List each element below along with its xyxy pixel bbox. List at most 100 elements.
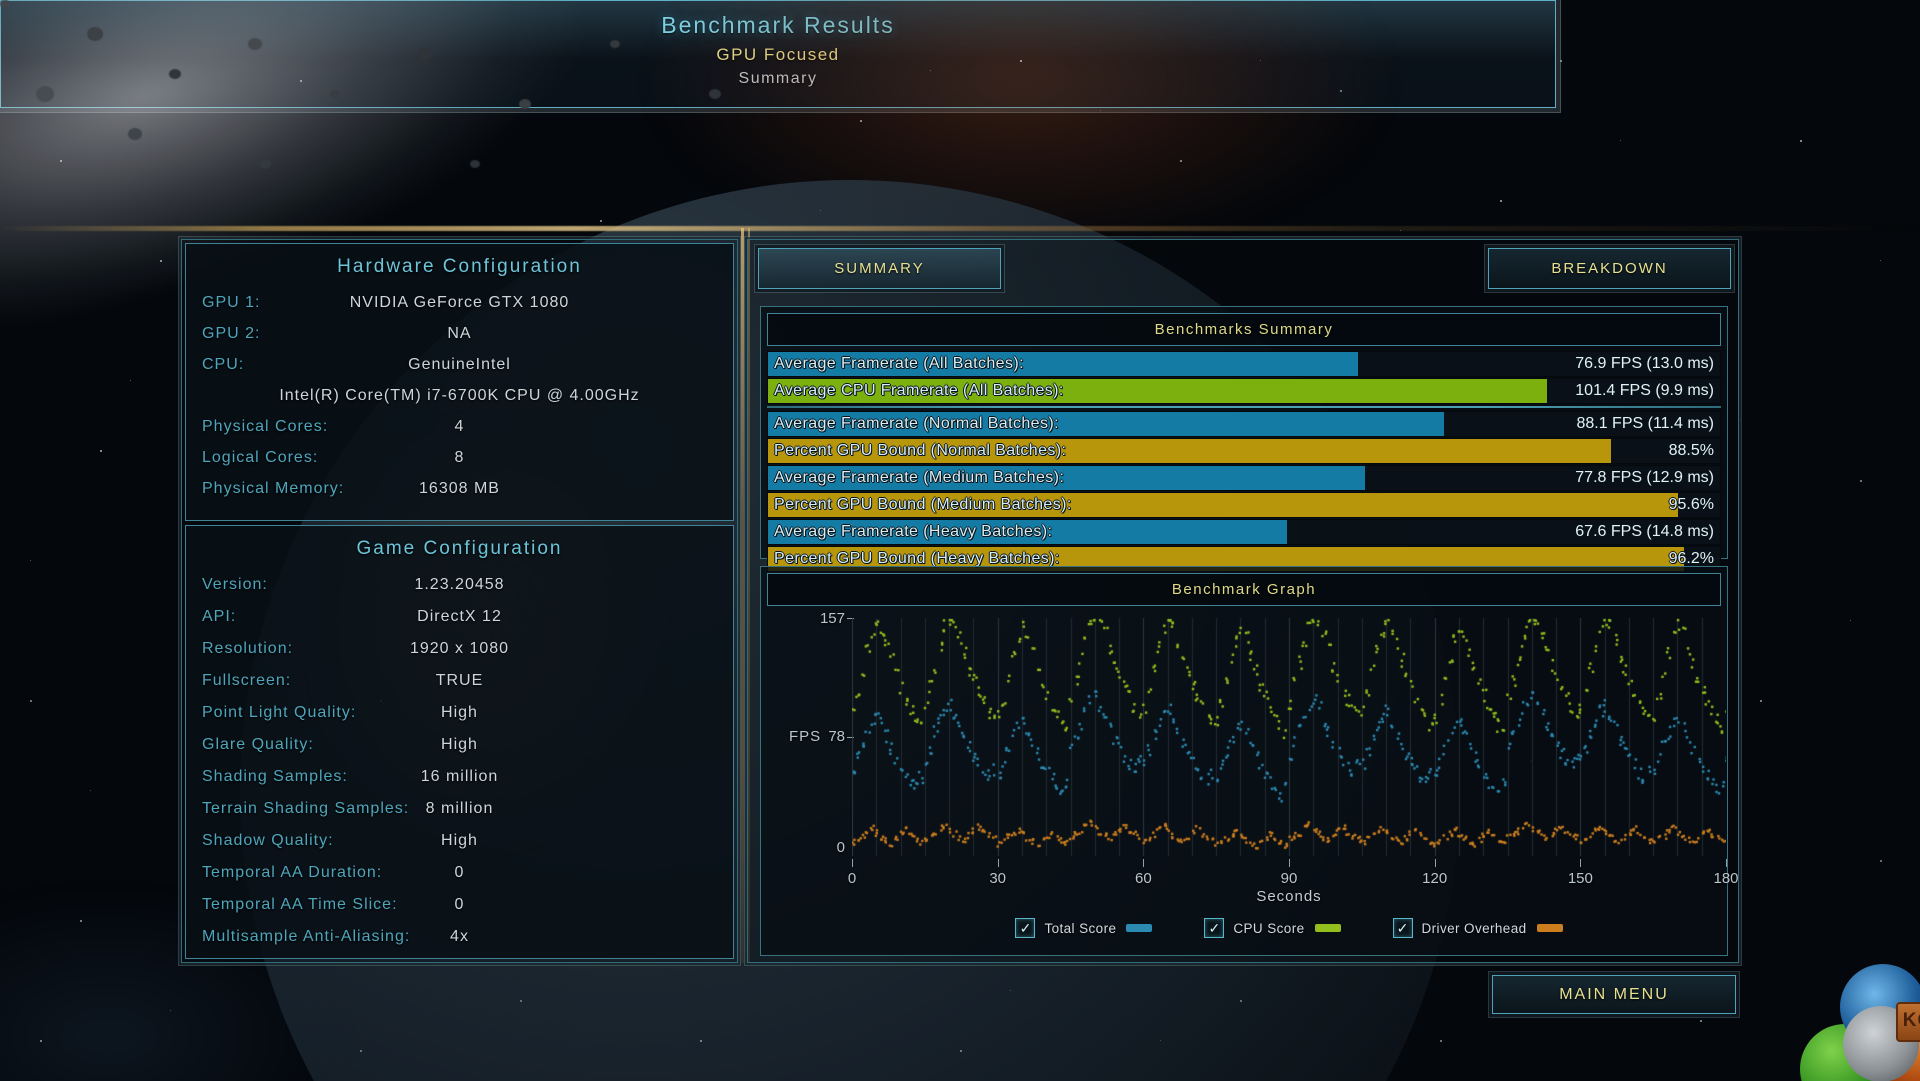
legend-item-driver-overhead[interactable]: ✓ Driver Overhead: [1393, 918, 1563, 938]
summary-bar-label: Average Framerate (Normal Batches):: [774, 412, 1059, 435]
game-config-label: Shading Samples:: [202, 761, 348, 793]
summary-bar-value: 77.8 FPS (12.9 ms): [1575, 466, 1714, 489]
summary-bar-value: 76.9 FPS (13.0 ms): [1575, 352, 1714, 375]
game-config-row: Shading Samples:16 million: [186, 761, 733, 793]
game-config-row: Point Light Quality:High: [186, 697, 733, 729]
hardware-config-label: Logical Cores:: [202, 442, 318, 473]
summary-bar-value: 101.4 FPS (9.9 ms): [1575, 379, 1714, 402]
x-axis-label: Seconds: [852, 888, 1726, 905]
summary-bar-row: Average Framerate (Medium Batches):77.8 …: [767, 465, 1721, 491]
legend-item-total-score[interactable]: ✓Total Score: [1015, 918, 1152, 938]
main-menu-button[interactable]: MAIN MENU: [1492, 975, 1736, 1014]
summary-bar-row: Percent GPU Bound (Medium Batches):95.6%: [767, 492, 1721, 518]
summary-bar-label: Average Framerate (All Batches):: [774, 352, 1024, 375]
checkbox-checked-icon[interactable]: ✓: [1393, 918, 1413, 938]
hardware-config-label: GPU 1:: [202, 287, 260, 318]
hardware-config-row: GPU 2:NA: [186, 318, 733, 349]
legend-label: Driver Overhead: [1422, 921, 1527, 936]
summary-bar-label: Average CPU Framerate (All Batches):: [774, 379, 1064, 402]
game-config-label: Point Light Quality:: [202, 697, 356, 729]
game-config-section: Game Configuration Version:1.23.20458API…: [185, 525, 734, 959]
hardware-config-row: Physical Memory:16308 MB: [186, 473, 733, 504]
benchmark-graph-section: Benchmark Graph 157 FPS 78 0 03060901201…: [760, 566, 1728, 956]
x-axis-tick-label: 150: [1568, 870, 1593, 887]
x-axis-tickmark: [852, 859, 853, 867]
game-config-row: API:DirectX 12: [186, 601, 733, 633]
game-config-label: Temporal AA Duration:: [202, 857, 382, 889]
logo-kg-badge: KG: [1896, 1002, 1920, 1042]
x-axis-tickmark: [998, 859, 999, 867]
game-config-label: API:: [202, 601, 236, 633]
benchmarks-summary-section: Benchmarks Summary Average Framerate (Al…: [760, 306, 1728, 559]
benchmarks-summary-header: Benchmarks Summary: [767, 313, 1721, 346]
game-config-label: Fullscreen:: [202, 665, 291, 697]
game-config-row: Fullscreen:TRUE: [186, 665, 733, 697]
game-config-row: Multisample Anti-Aliasing:4x: [186, 921, 733, 953]
game-config-row: Shadow Quality:High: [186, 825, 733, 857]
hardware-config-label: Physical Memory:: [202, 473, 344, 504]
summary-bar-value: 67.6 FPS (14.8 ms): [1575, 520, 1714, 543]
tab-breakdown[interactable]: BREAKDOWN: [1488, 248, 1731, 289]
x-axis-tickmark: [1726, 859, 1727, 867]
x-axis-tick-label: 60: [1135, 870, 1152, 887]
hardware-config-row: GPU 1:NVIDIA GeForce GTX 1080: [186, 287, 733, 318]
hardware-config-row: CPU:GenuineIntel: [186, 349, 733, 380]
hardware-config-title: Hardware Configuration: [186, 256, 733, 278]
game-config-row: Temporal AA Duration:0: [186, 857, 733, 889]
summary-bar-row: Average Framerate (All Batches): 76.9 FPS…: [767, 351, 1721, 377]
hardware-config-row: Intel(R) Core(TM) i7-6700K CPU @ 4.00GHz: [186, 380, 733, 411]
game-config-label: Multisample Anti-Aliasing:: [202, 921, 410, 953]
kitguru-logo: KG: [1798, 962, 1920, 1081]
game-config-title: Game Configuration: [186, 538, 733, 560]
summary-group-divider: [767, 406, 1721, 408]
checkbox-checked-icon[interactable]: ✓: [1204, 918, 1224, 938]
hardware-config-value: Intel(R) Core(TM) i7-6700K CPU @ 4.00GHz: [186, 380, 733, 411]
game-config-label: Temporal AA Time Slice:: [202, 889, 398, 921]
x-axis-tickmark: [1435, 859, 1436, 867]
game-config-label: Resolution:: [202, 633, 293, 665]
game-config-label: Shadow Quality:: [202, 825, 334, 857]
x-axis-tick-label: 120: [1422, 870, 1447, 887]
x-axis-tickmark: [1143, 859, 1144, 867]
hardware-config-label: GPU 2:: [202, 318, 260, 349]
y-axis-tick-min: 0: [761, 839, 845, 856]
x-axis-tick-label: 180: [1713, 870, 1738, 887]
benchmark-results-screen: Benchmark Results GPU Focused Summary Ha…: [0, 0, 1920, 1081]
hardware-config-row: Physical Cores:4: [186, 411, 733, 442]
x-axis-tickmark: [1289, 859, 1290, 867]
graph-legend: ✓Total Score✓CPU Score✓Driver Overhead: [852, 915, 1726, 941]
checkbox-checked-icon[interactable]: ✓: [1015, 918, 1035, 938]
summary-bar-value: 88.5%: [1669, 439, 1714, 462]
summary-bar-row: Average Framerate (Normal Batches):88.1 …: [767, 411, 1721, 437]
hardware-config-label: CPU:: [202, 349, 244, 380]
game-config-row: Glare Quality:High: [186, 729, 733, 761]
summary-bar-row: Average CPU Framerate (All Batches): 101.…: [767, 378, 1721, 404]
hardware-config-rows: GPU 1:NVIDIA GeForce GTX 1080GPU 2:NACPU…: [186, 287, 733, 504]
hardware-config-label: Physical Cores:: [202, 411, 328, 442]
hardware-config-value: NA: [186, 318, 733, 349]
planet-ring-vertical: [741, 228, 744, 963]
results-panel: SUMMARY BREAKDOWN Benchmarks Summary Ave…: [747, 239, 1739, 963]
y-axis-tick-mid: 78: [807, 728, 845, 745]
x-axis-tickmark: [1580, 859, 1581, 867]
summary-bar-label: Percent GPU Bound (Normal Batches):: [774, 439, 1066, 462]
game-config-row: Terrain Shading Samples:8 million: [186, 793, 733, 825]
benchmarks-summary-rows: Average Framerate (All Batches): 76.9 FPS…: [767, 351, 1721, 573]
planet-ring-horizontal: [0, 226, 1920, 231]
game-config-row: Version:1.23.20458: [186, 569, 733, 601]
summary-bar-value: 95.6%: [1669, 493, 1714, 516]
game-config-row: Resolution:1920 x 1080: [186, 633, 733, 665]
hardware-config-value: GenuineIntel: [186, 349, 733, 380]
configuration-panel: Hardware Configuration GPU 1:NVIDIA GeFo…: [181, 239, 738, 963]
legend-label: CPU Score: [1233, 921, 1304, 936]
summary-bar-row: Percent GPU Bound (Normal Batches): 88.5%: [767, 438, 1721, 464]
asteroids: [0, 0, 10, 8]
legend-swatch: [1537, 924, 1563, 932]
game-config-value: DirectX 12: [186, 601, 733, 633]
hardware-config-value: NVIDIA GeForce GTX 1080: [186, 287, 733, 318]
tab-summary[interactable]: SUMMARY: [758, 248, 1001, 289]
legend-item-cpu-score[interactable]: ✓ CPU Score: [1204, 918, 1340, 938]
summary-bar-row: Average Framerate (Heavy Batches):67.6 F…: [767, 519, 1721, 545]
legend-swatch: [1315, 924, 1341, 932]
hardware-config-section: Hardware Configuration GPU 1:NVIDIA GeFo…: [185, 243, 734, 521]
